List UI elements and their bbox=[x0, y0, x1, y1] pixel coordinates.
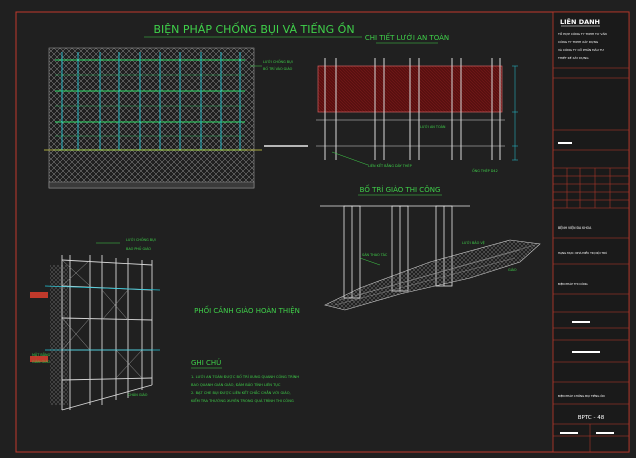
net-detail: LIÊN KẾT BẰNG DÂY THÉP LƯỚI AN TOÀN ỐNG … bbox=[316, 58, 518, 173]
tb-company: LIÊN DANH bbox=[560, 17, 600, 26]
note-line-2: BAO QUANH GIÀN GIÁO, ĐẢM BẢO TÍNH LIÊN T… bbox=[191, 382, 281, 387]
elev-net-label-2: BỐ TRÍ VÀO GIÀO bbox=[263, 66, 293, 71]
drawing-canvas: BIỆN PHÁP CHỐNG BỤI VÀ TIẾNG ỒN LƯỚI CHỐ… bbox=[0, 0, 636, 458]
p-net-label-2: BAO PHỦ GIÀO bbox=[126, 246, 151, 251]
note-line-4: KIỂM TRA THƯỜNG XUYÊN TRONG QUÁ TRÌNH TH… bbox=[191, 398, 294, 403]
tb-project: BỆNH VIỆN ĐA KHOA bbox=[558, 225, 592, 230]
p-net-label: LƯỚI CHỐNG BỤI bbox=[126, 237, 156, 242]
net-detail-title: CHI TIẾT LƯỚI AN TOÀN bbox=[365, 32, 449, 42]
note-line-3: 2. BẠT CHE BỤI ĐƯỢC LIÊN KẾT CHẮC CHẮN V… bbox=[191, 389, 291, 395]
layout-bar-label: SÀN THAO TÁC bbox=[362, 252, 388, 257]
layout-wall-label: GIÀO bbox=[508, 267, 517, 272]
tb-company-line-1: TỔ HỢP CÔNG TY TNHH TƯ VẤN bbox=[557, 31, 607, 36]
net-scaff-label: LƯỚI AN TOÀN bbox=[420, 124, 446, 129]
tb-item-2: BIỆN PHÁP THI CÔNG bbox=[558, 281, 588, 286]
p-base-label: CHÂN GIÀO bbox=[128, 392, 148, 397]
cad-drawing: BIỆN PHÁP CHỐNG BỤI VÀ TIẾNG ỒN LƯỚI CHỐ… bbox=[15, 11, 630, 453]
layout-title: BỐ TRÍ GIÀO THI CÔNG bbox=[360, 184, 441, 194]
notes-title: GHI CHÚ bbox=[191, 358, 221, 367]
tb-company-line-2: CÔNG TY TNHH XÂY DỰNG bbox=[558, 39, 599, 44]
p-side-label-2: GIÀN GIÁO bbox=[32, 359, 50, 364]
facade-elevation: LƯỚI CHỐNG BỤI BỐ TRÍ VÀO GIÀO bbox=[44, 47, 308, 189]
perspective-title: PHỐI CẢNH GIÀO HOÀN THIỆN bbox=[194, 305, 300, 315]
scaffold-layout: SÀN THAO TÁC LƯỚI BẢO VỆ GIÀO bbox=[320, 205, 541, 311]
layout-net-label: LƯỚI BẢO VỆ bbox=[462, 240, 485, 245]
p-side-label: MẶT BẰNG bbox=[32, 352, 51, 357]
tb-company-line-3: VÀ CÔNG TY CỔ PHẦN ĐẦU TƯ bbox=[558, 47, 605, 52]
title-block: LIÊN DANH TỔ HỢP CÔNG TY TNHH TƯ VẤN CÔN… bbox=[552, 11, 630, 453]
scaffold-perspective: LƯỚI CHỐNG BỤI BAO PHỦ GIÀO MẶT BẰNG GIÀ… bbox=[30, 237, 161, 411]
drawing-title: BIỆN PHÁP CHỐNG BỤI VÀ TIẾNG ỒN bbox=[153, 22, 354, 36]
net-tie-label: LIÊN KẾT BẰNG DÂY THÉP bbox=[368, 162, 412, 168]
net-pipe-label: ỐNG THÉP D42 bbox=[472, 168, 498, 173]
elev-net-label: LƯỚI CHỐNG BỤI bbox=[263, 59, 293, 64]
tb-sheet-no: BPTC - 48 bbox=[578, 415, 605, 421]
tb-item: HẠNG MỤC: NHÀ ĐIỀU TRỊ NỘI TRÚ bbox=[558, 250, 607, 255]
note-line-1: 1. LƯỚI AN TOÀN ĐƯỢC BỐ TRÍ XUNG QUANH C… bbox=[191, 374, 299, 379]
